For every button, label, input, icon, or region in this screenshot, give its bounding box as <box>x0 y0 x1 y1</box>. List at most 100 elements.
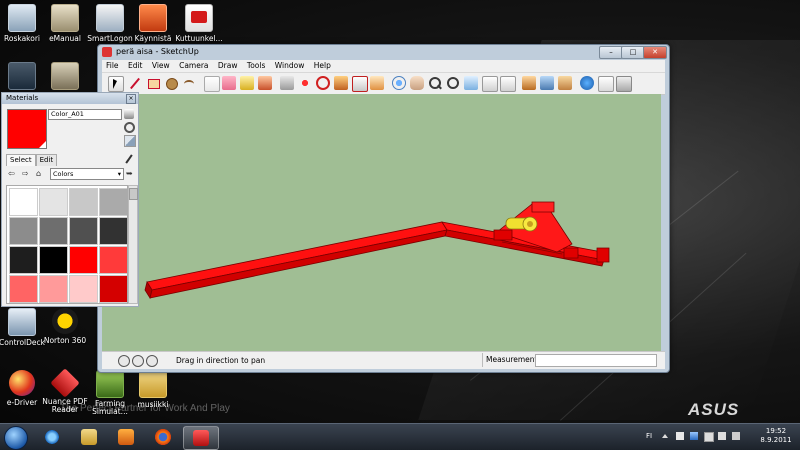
material-swatch[interactable] <box>99 246 127 274</box>
eraser-icon[interactable] <box>222 76 236 90</box>
desktop-icon-pdf-file[interactable]: Kuttuunkel... <box>171 4 227 43</box>
maximize-button[interactable]: □ <box>621 46 645 59</box>
look-around-icon[interactable] <box>558 76 572 90</box>
firefox-icon <box>155 429 171 445</box>
menu-tools[interactable]: Tools <box>247 61 265 70</box>
pan-hand-icon[interactable] <box>410 76 424 90</box>
offset-icon[interactable] <box>370 76 384 90</box>
model-drawing[interactable] <box>102 94 661 351</box>
sketchup-window[interactable]: perä aisa - SketchUp – □ ✕ File Edit Vie… <box>97 44 670 373</box>
material-swatch[interactable] <box>9 246 38 274</box>
material-swatch[interactable] <box>99 275 127 303</box>
walk-icon[interactable] <box>540 76 554 90</box>
push-pull-icon[interactable] <box>280 76 294 90</box>
default-material-icon[interactable] <box>124 135 136 147</box>
material-swatch[interactable] <box>39 217 68 245</box>
orbit-icon[interactable] <box>392 76 406 90</box>
back-arrow-icon[interactable]: ⇦ <box>8 169 17 178</box>
material-swatch[interactable] <box>69 246 98 274</box>
model-viewport[interactable] <box>102 94 661 351</box>
taskbar-internet-explorer[interactable] <box>35 426 69 448</box>
material-swatch[interactable] <box>99 217 127 245</box>
materials-close-icon[interactable]: × <box>126 94 136 104</box>
usb-icon[interactable] <box>732 432 740 440</box>
arc-icon[interactable] <box>182 76 196 90</box>
share-model-icon[interactable] <box>598 76 614 92</box>
forward-arrow-icon[interactable]: ⇨ <box>22 169 31 178</box>
credits-icon[interactable] <box>132 355 144 367</box>
materials-titlebar[interactable]: Materials × <box>2 93 138 104</box>
home-icon[interactable]: ⌂ <box>36 169 45 178</box>
menu-file[interactable]: File <box>106 61 119 70</box>
rectangle-icon[interactable] <box>146 76 160 90</box>
select-tool-icon[interactable] <box>108 76 124 92</box>
material-name-field[interactable]: Color_A01 <box>48 109 122 120</box>
get-models-icon[interactable] <box>580 76 594 90</box>
scale-icon[interactable] <box>352 76 368 92</box>
material-swatch[interactable] <box>39 188 68 216</box>
battery-icon[interactable] <box>704 432 714 442</box>
red-drawbar-model[interactable] <box>144 201 610 300</box>
material-swatch[interactable] <box>69 275 98 303</box>
sample-paint-icon[interactable] <box>124 154 134 164</box>
position-camera-icon[interactable] <box>522 76 536 90</box>
yellow-cylinder-part[interactable] <box>505 216 538 232</box>
display-secondary-icon[interactable] <box>124 109 134 119</box>
volume-icon[interactable] <box>718 432 726 440</box>
zoom-icon[interactable] <box>428 76 442 90</box>
menu-camera[interactable]: Camera <box>179 61 208 70</box>
next-view-icon[interactable] <box>500 76 516 92</box>
material-swatch[interactable] <box>39 246 68 274</box>
measurements-input[interactable] <box>535 354 657 367</box>
material-swatch[interactable] <box>69 217 98 245</box>
material-swatch[interactable] <box>9 188 38 216</box>
material-swatch[interactable] <box>9 217 38 245</box>
move-icon[interactable] <box>298 76 312 90</box>
materials-panel[interactable]: Materials × Color_A01 Select Edit ⇦ ⇨ ⌂ C… <box>1 92 139 307</box>
flag-icon[interactable] <box>676 432 684 440</box>
taskbar-explorer[interactable] <box>72 426 106 448</box>
clock[interactable]: 19:52 8.9.2011 <box>756 427 796 445</box>
material-swatch[interactable] <box>69 188 98 216</box>
taskbar-media-player[interactable] <box>109 426 143 448</box>
language-indicator[interactable]: FI <box>646 432 652 440</box>
swatch-scrollbar[interactable] <box>128 185 138 304</box>
tape-measure-icon[interactable] <box>240 76 254 90</box>
create-material-icon[interactable] <box>124 122 135 133</box>
desktop-icon-partial-2[interactable] <box>37 62 93 92</box>
geo-location-icon[interactable] <box>118 355 130 367</box>
zoom-extents-icon[interactable] <box>464 76 478 90</box>
close-button[interactable]: ✕ <box>643 46 667 59</box>
tab-edit[interactable]: Edit <box>35 154 58 166</box>
start-button[interactable] <box>4 426 28 450</box>
rotate-icon[interactable] <box>316 76 330 90</box>
menu-view[interactable]: View <box>152 61 170 70</box>
current-material-swatch[interactable] <box>7 109 47 149</box>
window-titlebar[interactable]: perä aisa - SketchUp <box>98 45 669 59</box>
library-dropdown[interactable]: Colors ▾ <box>50 168 124 180</box>
circle-icon[interactable] <box>164 76 178 90</box>
menu-window[interactable]: Window <box>275 61 305 70</box>
details-arrow-icon[interactable]: ➥ <box>126 169 135 178</box>
make-component-icon[interactable] <box>204 76 220 92</box>
menu-edit[interactable]: Edit <box>128 61 143 70</box>
material-swatch[interactable] <box>9 275 38 303</box>
menu-draw[interactable]: Draw <box>218 61 238 70</box>
menu-help[interactable]: Help <box>314 61 331 70</box>
minimize-button[interactable]: – <box>599 46 623 59</box>
taskbar-sketchup[interactable] <box>183 426 219 450</box>
network-icon[interactable] <box>690 432 698 440</box>
show-hidden-icon[interactable] <box>662 434 668 438</box>
material-swatch[interactable] <box>39 275 68 303</box>
components-icon[interactable] <box>616 76 632 92</box>
previous-view-icon[interactable] <box>482 76 498 92</box>
pencil-line-icon[interactable] <box>128 76 142 90</box>
paint-bucket-icon[interactable] <box>258 76 272 90</box>
desktop-icon-norton[interactable]: Norton 360 <box>37 308 93 345</box>
user-icon[interactable] <box>146 355 158 367</box>
taskbar-firefox[interactable] <box>146 426 180 448</box>
follow-me-icon[interactable] <box>334 76 348 90</box>
zoom-window-icon[interactable] <box>446 76 460 90</box>
tab-select[interactable]: Select <box>6 154 36 166</box>
material-swatch[interactable] <box>99 188 127 216</box>
